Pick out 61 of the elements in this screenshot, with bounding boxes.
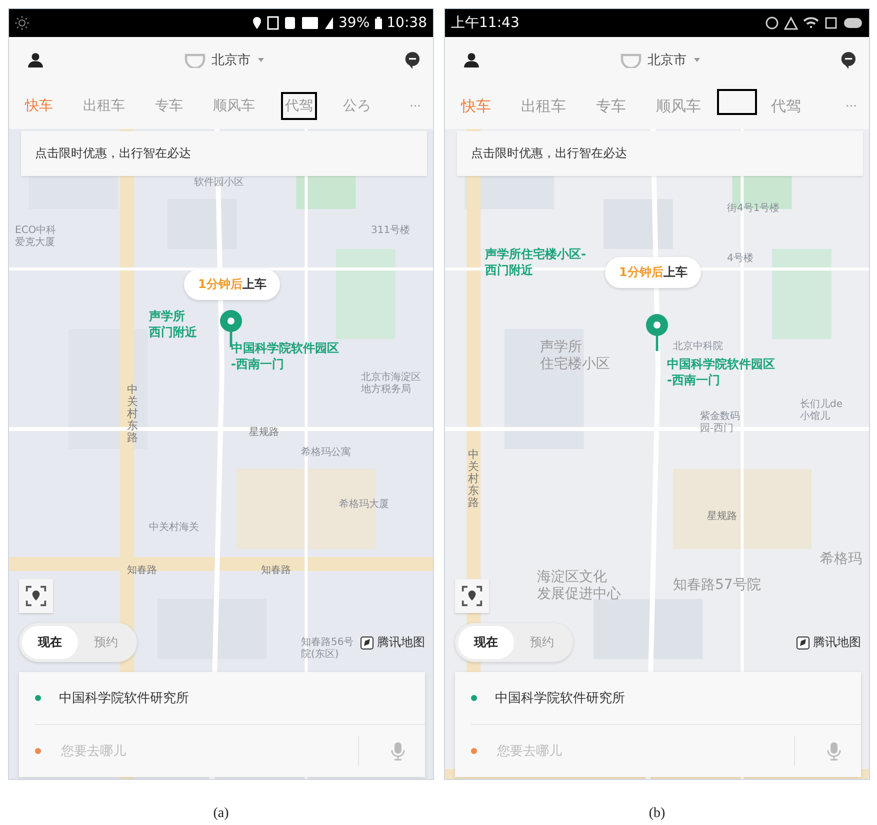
map-label: 紫金数码 园-西门 [700, 411, 740, 435]
service-tab[interactable]: 顺风车 [652, 92, 705, 120]
status-time: 上午11:43 [451, 14, 520, 32]
time-option[interactable]: 现在 [22, 626, 78, 659]
map-label: 街4号1号楼 [727, 203, 780, 215]
service-tab[interactable]: 快车 [457, 92, 495, 120]
map-label: 海淀区文化 发展促进中心 [537, 569, 621, 603]
service-tab[interactable]: 出租车 [517, 92, 570, 120]
origin-field[interactable]: 中国科学院软件研究所 [495, 689, 625, 707]
city-selector[interactable]: 北京市 [648, 51, 686, 69]
map-label: 星规路 [707, 511, 737, 523]
nearby-point-label[interactable]: 声学所 西门附近 [149, 309, 197, 340]
map-label: 长们儿de 小馆儿 [800, 399, 842, 423]
pickup-point-label[interactable]: 中国科学院软件园区 -西南一门 [667, 357, 775, 388]
map-label: 声学所 住宅楼小区 [540, 339, 610, 373]
eta-bubble: 1分钟后上车 [184, 269, 280, 300]
map-label: 星规路 [249, 427, 279, 439]
map-label: 中关村东路 [127, 384, 138, 444]
map-label: 知春路57号院 [673, 577, 761, 594]
service-tab[interactable]: 出租车 [79, 92, 129, 120]
time-option[interactable]: 现在 [458, 626, 514, 659]
map-label: 知春路 [127, 565, 157, 577]
figure-caption: (a) [213, 806, 229, 822]
service-tab[interactable]: 快车 [21, 92, 57, 120]
map-label: 北京市海淀区 地方税务局 [361, 372, 421, 396]
service-tab[interactable]: 专车 [151, 92, 187, 120]
map-label: 知春路 [261, 565, 291, 577]
map-label: 希格玛公寓 [301, 447, 351, 459]
time-option[interactable]: 预约 [78, 626, 134, 659]
destination-field[interactable]: 您要去哪儿 [59, 742, 340, 760]
figure-caption: (b) [648, 806, 666, 822]
promo-banner[interactable]: 点击限时优惠，出行智在必达 [21, 131, 427, 176]
map-credit: 腾讯地图 [377, 634, 425, 651]
map-label: 知春路56号 院(东区) [301, 637, 354, 661]
service-tab[interactable]: 公ろ [339, 92, 375, 120]
map-label: 软件园小区 [194, 177, 244, 189]
more-button[interactable]: ··· [846, 99, 857, 113]
service-tab[interactable]: 顺风车 [209, 92, 259, 120]
map-credit: 腾讯地图 [813, 634, 861, 651]
status-time: 10:38 [386, 15, 427, 31]
service-tab[interactable]: 专车 [592, 92, 630, 120]
nearby-point-label[interactable]: 声学所住宅楼小区- 西门附近 [485, 247, 586, 278]
map-label: 希格玛 [820, 551, 862, 568]
map-label: ECO中科 爱克大厦 [15, 225, 56, 249]
destination-field[interactable]: 您要去哪儿 [495, 742, 776, 760]
map-label: 中关村海关 [149, 522, 199, 534]
map-label: 希格玛大厦 [339, 499, 389, 511]
service-tab[interactable]: 代驾 [767, 92, 805, 120]
origin-field[interactable]: 中国科学院软件研究所 [59, 689, 189, 707]
promo-banner[interactable]: 点击限时优惠，出行智在必达 [457, 131, 863, 176]
map-label: 4号楼 [727, 253, 754, 265]
map-label: 中关村东路 [468, 449, 479, 510]
pickup-point-label[interactable]: 中国科学院软件园区 -西南一门 [231, 341, 339, 372]
more-button[interactable]: ··· [410, 99, 421, 113]
battery-percent: 39% [338, 15, 370, 31]
eta-bubble: 1分钟后上车 [605, 257, 702, 288]
map-label: 北京中科院 [673, 341, 723, 353]
service-tab[interactable]: 代驾 [281, 92, 317, 120]
map-label: 311号楼 [371, 225, 410, 237]
time-option[interactable]: 预约 [514, 626, 570, 659]
city-selector[interactable]: 北京市 [212, 51, 250, 69]
